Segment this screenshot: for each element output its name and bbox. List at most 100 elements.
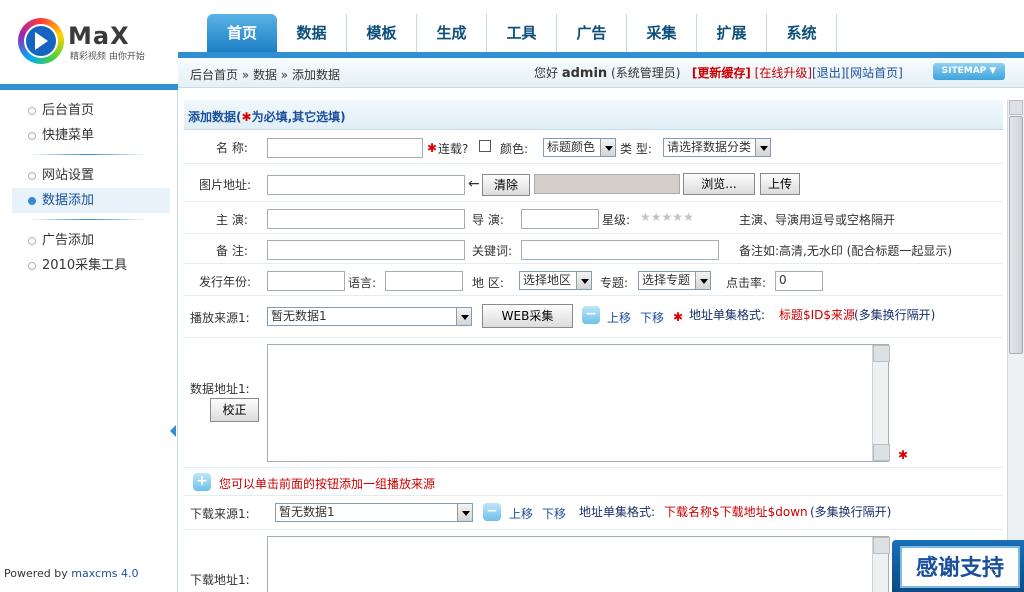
title-color-select[interactable]: 标题颜色 <box>543 138 616 157</box>
serial-checkbox[interactable] <box>479 140 491 152</box>
nav-tab-home[interactable]: 首页 <box>207 14 277 52</box>
required-mark-icon: ✱ <box>673 310 684 324</box>
scroll-up-icon[interactable] <box>1009 100 1023 115</box>
name-label: 名 称: <box>216 141 248 155</box>
row-year: 发行年份: 语言: 地 区: 选择地区 专题: 选择专题 点击率: 0 <box>184 264 1003 296</box>
area-select[interactable]: 选择地区 <box>519 271 592 290</box>
pic-url-input[interactable] <box>267 175 465 195</box>
year-input[interactable] <box>267 271 345 291</box>
star-label: 星级: <box>602 213 631 227</box>
add-data-form: 添加数据(✱为必填,其它选填) 名 称: ✱ 连载? 颜色: 标题颜色 类 型:… <box>184 100 1003 592</box>
topic-label: 专题: <box>600 276 629 290</box>
dl-move-down-link[interactable]: 下移 <box>542 505 566 522</box>
lang-label: 语言: <box>348 276 377 290</box>
nav-tab-system[interactable]: 系统 <box>767 14 837 52</box>
star-icon[interactable]: ★ <box>683 210 694 224</box>
nav-tab-generate[interactable]: 生成 <box>417 14 487 52</box>
nav-tab-tools[interactable]: 工具 <box>487 14 557 52</box>
star-icon[interactable]: ★ <box>640 210 651 224</box>
required-mark-icon: ✱ <box>898 448 909 462</box>
scroll-thumb[interactable] <box>1009 116 1023 354</box>
sitemap-button[interactable]: SITEMAP ▼ <box>933 63 1005 80</box>
move-down-link[interactable]: 下移 <box>640 309 664 326</box>
remark-label: 备 注: <box>216 244 248 258</box>
name-input[interactable] <box>267 138 423 158</box>
download-format-note: (多集换行隔开) <box>810 505 892 519</box>
nav-tab-template[interactable]: 模板 <box>347 14 417 52</box>
web-collect-button[interactable]: WEB采集 <box>482 304 573 328</box>
sidebar-divider <box>28 154 148 155</box>
chevron-down-icon <box>456 308 471 325</box>
hits-label: 点击率: <box>726 276 767 290</box>
nav-tab-data[interactable]: 数据 <box>277 14 347 52</box>
row-pic: 图片地址: ← 清除 浏览... 上传 <box>184 164 1003 202</box>
maxcms-link[interactable]: maxcms 4.0 <box>71 567 138 580</box>
row-data-address: 数据地址1: 校正 ✱ <box>184 338 1003 468</box>
textarea-scrollbar[interactable] <box>872 537 890 592</box>
chevron-down-icon <box>576 272 591 289</box>
sidebar: 后台首页 快捷菜单 网站设置 数据添加 广告添加 2010采集工具 Powere… <box>0 90 178 592</box>
hits-input[interactable]: 0 <box>775 271 823 291</box>
director-input[interactable] <box>521 209 599 229</box>
browse-button[interactable]: 浏览... <box>683 173 755 195</box>
remove-download-icon[interactable]: − <box>483 503 501 521</box>
sidebar-item-admin-home[interactable]: 后台首页 <box>28 98 177 123</box>
sidebar-item-collect-tool[interactable]: 2010采集工具 <box>28 253 177 278</box>
collapse-sidebar-icon[interactable] <box>170 425 176 437</box>
textarea-scrollbar[interactable] <box>872 345 890 461</box>
sidebar-item-quick-menu[interactable]: 快捷菜单 <box>28 123 177 148</box>
correct-button[interactable]: 校正 <box>210 398 259 422</box>
data-type-select[interactable]: 请选择数据分类 <box>663 138 771 157</box>
logo-mark: MaX <box>68 22 130 50</box>
nav-tab-extend[interactable]: 扩展 <box>697 14 767 52</box>
site-home-link[interactable]: [网站首页] <box>845 66 902 80</box>
remove-source-icon[interactable]: − <box>582 306 600 324</box>
star-icon[interactable]: ★ <box>662 210 673 224</box>
move-up-link[interactable]: 上移 <box>607 309 631 326</box>
sidebar-item-add-data[interactable]: 数据添加 <box>12 188 170 213</box>
upload-button[interactable]: 上传 <box>760 173 800 195</box>
logo[interactable]: MaX 精彩视频 由你开始 <box>18 18 178 68</box>
sidebar-item-site-settings[interactable]: 网站设置 <box>28 163 177 188</box>
download-address-textarea[interactable] <box>267 536 890 592</box>
clear-button[interactable]: 清除 <box>482 174 530 196</box>
refresh-cache-link[interactable]: [更新缓存] <box>692 66 751 80</box>
keyword-input[interactable] <box>521 240 719 260</box>
row-remark: 备 注: 关键词: 备注如:高清,无水印 (配合标题一起显示) <box>184 234 1003 264</box>
sidebar-group-1: 后台首页 快捷菜单 <box>28 98 177 148</box>
play-format: 标题$ID$来源 <box>779 308 856 322</box>
download-source-select[interactable]: 暂无数据1 <box>275 503 473 522</box>
main-nav: 首页 数据 模板 生成 工具 广告 采集 扩展 系统 <box>180 12 837 52</box>
chevron-down-icon <box>695 272 710 289</box>
director-label: 导 演: <box>472 213 504 227</box>
file-path-input[interactable] <box>534 174 680 194</box>
add-source-icon[interactable]: + <box>193 473 211 491</box>
online-upgrade-link[interactable]: [在线升级] <box>755 66 812 80</box>
remark-input[interactable] <box>267 240 465 260</box>
data-address-textarea[interactable] <box>267 344 890 462</box>
pic-label: 图片地址: <box>199 178 252 192</box>
actor-input[interactable] <box>267 209 465 229</box>
play-source-select[interactable]: 暂无数据1 <box>267 307 472 326</box>
star-icon[interactable]: ★ <box>651 210 662 224</box>
required-mark-icon: ✱ <box>427 141 438 155</box>
breadcrumb: 后台首页 » 数据 » 添加数据 <box>190 68 340 82</box>
thanks-badge[interactable]: 感谢支持 <box>892 540 1024 592</box>
required-mark-icon: ✱ <box>241 110 252 124</box>
user-role: (系统管理员) <box>611 66 681 80</box>
star-rating[interactable]: ★★★★★ <box>640 210 694 224</box>
logout-link[interactable]: [退出] <box>812 66 845 80</box>
dl-move-up-link[interactable]: 上移 <box>509 505 533 522</box>
arrow-left-icon: ← <box>468 176 480 192</box>
topic-select[interactable]: 选择专题 <box>638 271 711 290</box>
star-icon[interactable]: ★ <box>672 210 683 224</box>
year-label: 发行年份: <box>199 275 252 289</box>
chevron-down-icon <box>457 504 472 521</box>
page-scrollbar[interactable] <box>1007 100 1024 592</box>
nav-tab-collect[interactable]: 采集 <box>627 14 697 52</box>
download-source-label: 下载来源1: <box>190 507 250 521</box>
nav-tab-ads[interactable]: 广告 <box>557 14 627 52</box>
chevron-down-icon <box>755 139 770 156</box>
lang-input[interactable] <box>385 271 463 291</box>
sidebar-item-add-ad[interactable]: 广告添加 <box>28 228 177 253</box>
